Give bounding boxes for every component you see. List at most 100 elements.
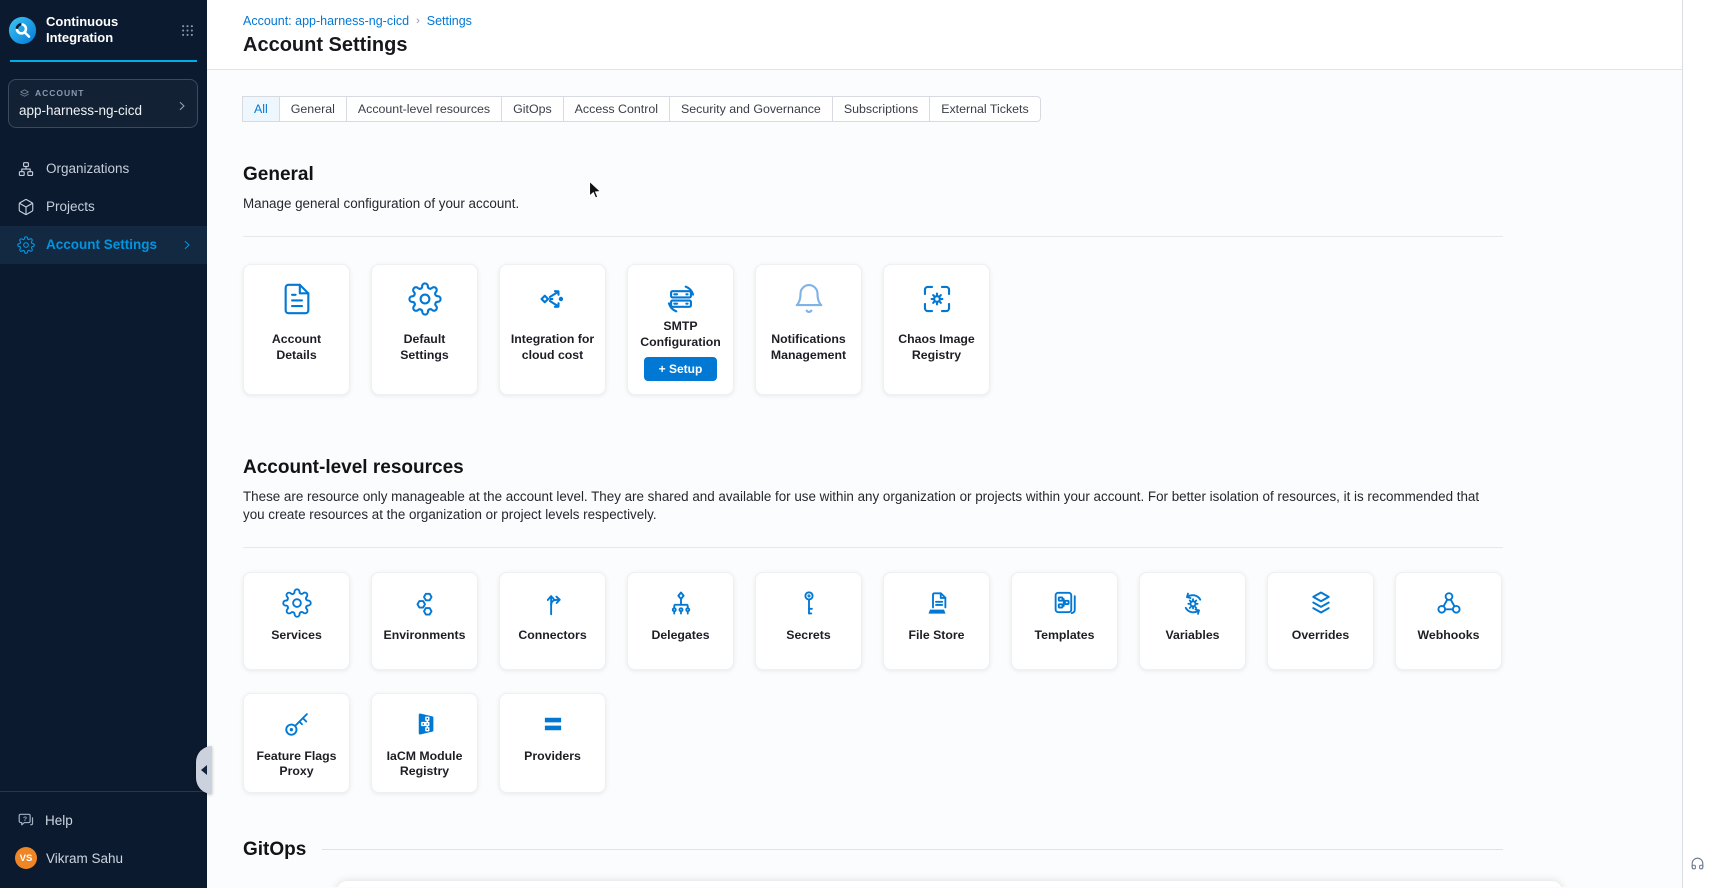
sidebar-footer: ? Help VS Vikram Sahu [0, 791, 207, 869]
card-label: Account Details [251, 332, 343, 363]
cube-icon [17, 198, 35, 216]
settings-card[interactable]: Default Settings [371, 264, 478, 395]
settings-tab[interactable]: GitOps [501, 96, 564, 122]
gitops-section: GitOps [243, 839, 1503, 861]
resource-card[interactable]: Environments [371, 572, 478, 670]
resource-card[interactable]: Secrets [755, 572, 862, 670]
breadcrumb: Account: app-harness-ng-cicd › Settings [243, 14, 1682, 28]
resource-card[interactable]: Variables [1139, 572, 1246, 670]
breadcrumb-settings-link[interactable]: Settings [427, 14, 472, 28]
settings-tab[interactable]: General [279, 96, 347, 122]
card-label: Integration for cloud cost [507, 332, 599, 363]
settings-tab[interactable]: Subscriptions [832, 96, 930, 122]
card-label: Webhooks [1418, 628, 1480, 644]
card-label: Default Settings [379, 332, 471, 363]
general-section-title: General [243, 164, 1503, 186]
smtp-server-icon [664, 282, 698, 316]
card-label: Services [271, 628, 322, 644]
right-gutter [1682, 0, 1711, 888]
settings-tab[interactable]: Access Control [563, 96, 670, 122]
resource-card[interactable]: File Store [883, 572, 990, 670]
resource-card[interactable]: Services [243, 572, 350, 670]
resource-card[interactable]: Webhooks [1395, 572, 1502, 670]
settings-card[interactable]: SMTP Configuration + Setup [627, 264, 734, 395]
sidebar-nav-item[interactable]: Projects [0, 188, 207, 226]
sidebar-collapse-handle[interactable] [196, 746, 212, 794]
nav-item-label: Organizations [46, 161, 129, 176]
settings-tab[interactable]: Account-level resources [346, 96, 502, 122]
card-label: Variables [1165, 628, 1219, 644]
feature-flags-key-icon [282, 709, 312, 739]
sidebar-nav-item[interactable]: Organizations [0, 150, 207, 188]
sidebar-nav: Organizations Projects Account Settings [0, 150, 207, 264]
harness-ci-logo-icon [8, 16, 37, 45]
help-chat-icon: ? [17, 811, 36, 830]
breadcrumb-separator: › [416, 15, 420, 27]
content: All General Account-level resources GitO… [207, 70, 1682, 887]
iacm-module-registry-icon [410, 709, 440, 739]
connectors-icon [538, 588, 568, 618]
page-header: Account: app-harness-ng-cicd › Settings … [207, 0, 1682, 70]
settings-tab[interactable]: Security and Governance [669, 96, 833, 122]
settings-tab[interactable]: External Tickets [929, 96, 1040, 122]
card-label: Delegates [651, 628, 709, 644]
resources-card-grid: Services Environments Connectors [243, 572, 1503, 793]
card-label: Providers [524, 749, 581, 765]
card-label: Chaos Image Registry [891, 332, 983, 363]
resources-section: Account-level resources These are resour… [243, 457, 1503, 793]
variables-icon [1178, 588, 1208, 618]
account-value: app-harness-ng-cicd [19, 103, 187, 118]
chaos-image-registry-icon [920, 282, 954, 316]
card-label: Notifications Management [763, 332, 855, 363]
card-label: Templates [1035, 628, 1095, 644]
sidebar: Continuous Integration ACCOUNT app-harne… [0, 0, 207, 888]
resource-card[interactable]: Overrides [1267, 572, 1374, 670]
org-chart-icon [17, 160, 35, 178]
webhooks-icon [1434, 588, 1464, 618]
help-label: Help [45, 813, 73, 828]
providers-icon [538, 709, 568, 739]
main-area: Account: app-harness-ng-cicd › Settings … [207, 0, 1682, 888]
help-button[interactable]: ? Help [0, 792, 207, 830]
product-name: Continuous Integration [46, 14, 138, 47]
card-label: Overrides [1292, 628, 1349, 644]
resource-card[interactable]: Connectors [499, 572, 606, 670]
user-menu[interactable]: VS Vikram Sahu [0, 830, 207, 869]
module-grid-icon[interactable] [180, 23, 195, 38]
general-section: General Manage general configuration of … [243, 164, 1503, 395]
resource-card[interactable]: Providers [499, 693, 606, 793]
next-card-peek [337, 881, 1562, 887]
avatar: VS [15, 847, 37, 869]
file-store-icon [922, 588, 952, 618]
resource-card[interactable]: Feature Flags Proxy [243, 693, 350, 793]
templates-icon [1050, 588, 1080, 618]
app-root: Continuous Integration ACCOUNT app-harne… [0, 0, 1711, 888]
gear-icon [17, 236, 35, 254]
card-label: Connectors [518, 628, 586, 644]
resource-card[interactable]: Templates [1011, 572, 1118, 670]
section-divider [243, 547, 1503, 548]
sidebar-nav-item[interactable]: Account Settings [0, 226, 207, 264]
card-label: Secrets [786, 628, 830, 644]
resources-section-title: Account-level resources [243, 457, 1503, 479]
settings-card[interactable]: Account Details [243, 264, 350, 395]
gitops-section-title: GitOps [243, 839, 306, 861]
environments-icon [410, 588, 440, 618]
setup-button[interactable]: + Setup [644, 357, 718, 381]
resource-center-icon[interactable] [1689, 855, 1706, 872]
services-gear-icon [282, 588, 312, 618]
page-title: Account Settings [243, 34, 1682, 57]
settings-card[interactable]: Integration for cloud cost [499, 264, 606, 395]
settings-tabs: All General Account-level resources GitO… [243, 96, 1041, 122]
delegates-icon [666, 588, 696, 618]
cloud-cost-integration-icon [536, 282, 570, 316]
chevron-right-icon [176, 100, 188, 112]
resource-card[interactable]: Delegates [627, 572, 734, 670]
settings-card[interactable]: Notifications Management [755, 264, 862, 395]
settings-card[interactable]: Chaos Image Registry [883, 264, 990, 395]
account-selector[interactable]: ACCOUNT app-harness-ng-cicd [8, 79, 198, 128]
breadcrumb-account-link[interactable]: Account: app-harness-ng-cicd [243, 14, 409, 28]
settings-tab[interactable]: All [242, 96, 280, 122]
card-label: IaCM Module Registry [379, 749, 471, 780]
resource-card[interactable]: IaCM Module Registry [371, 693, 478, 793]
